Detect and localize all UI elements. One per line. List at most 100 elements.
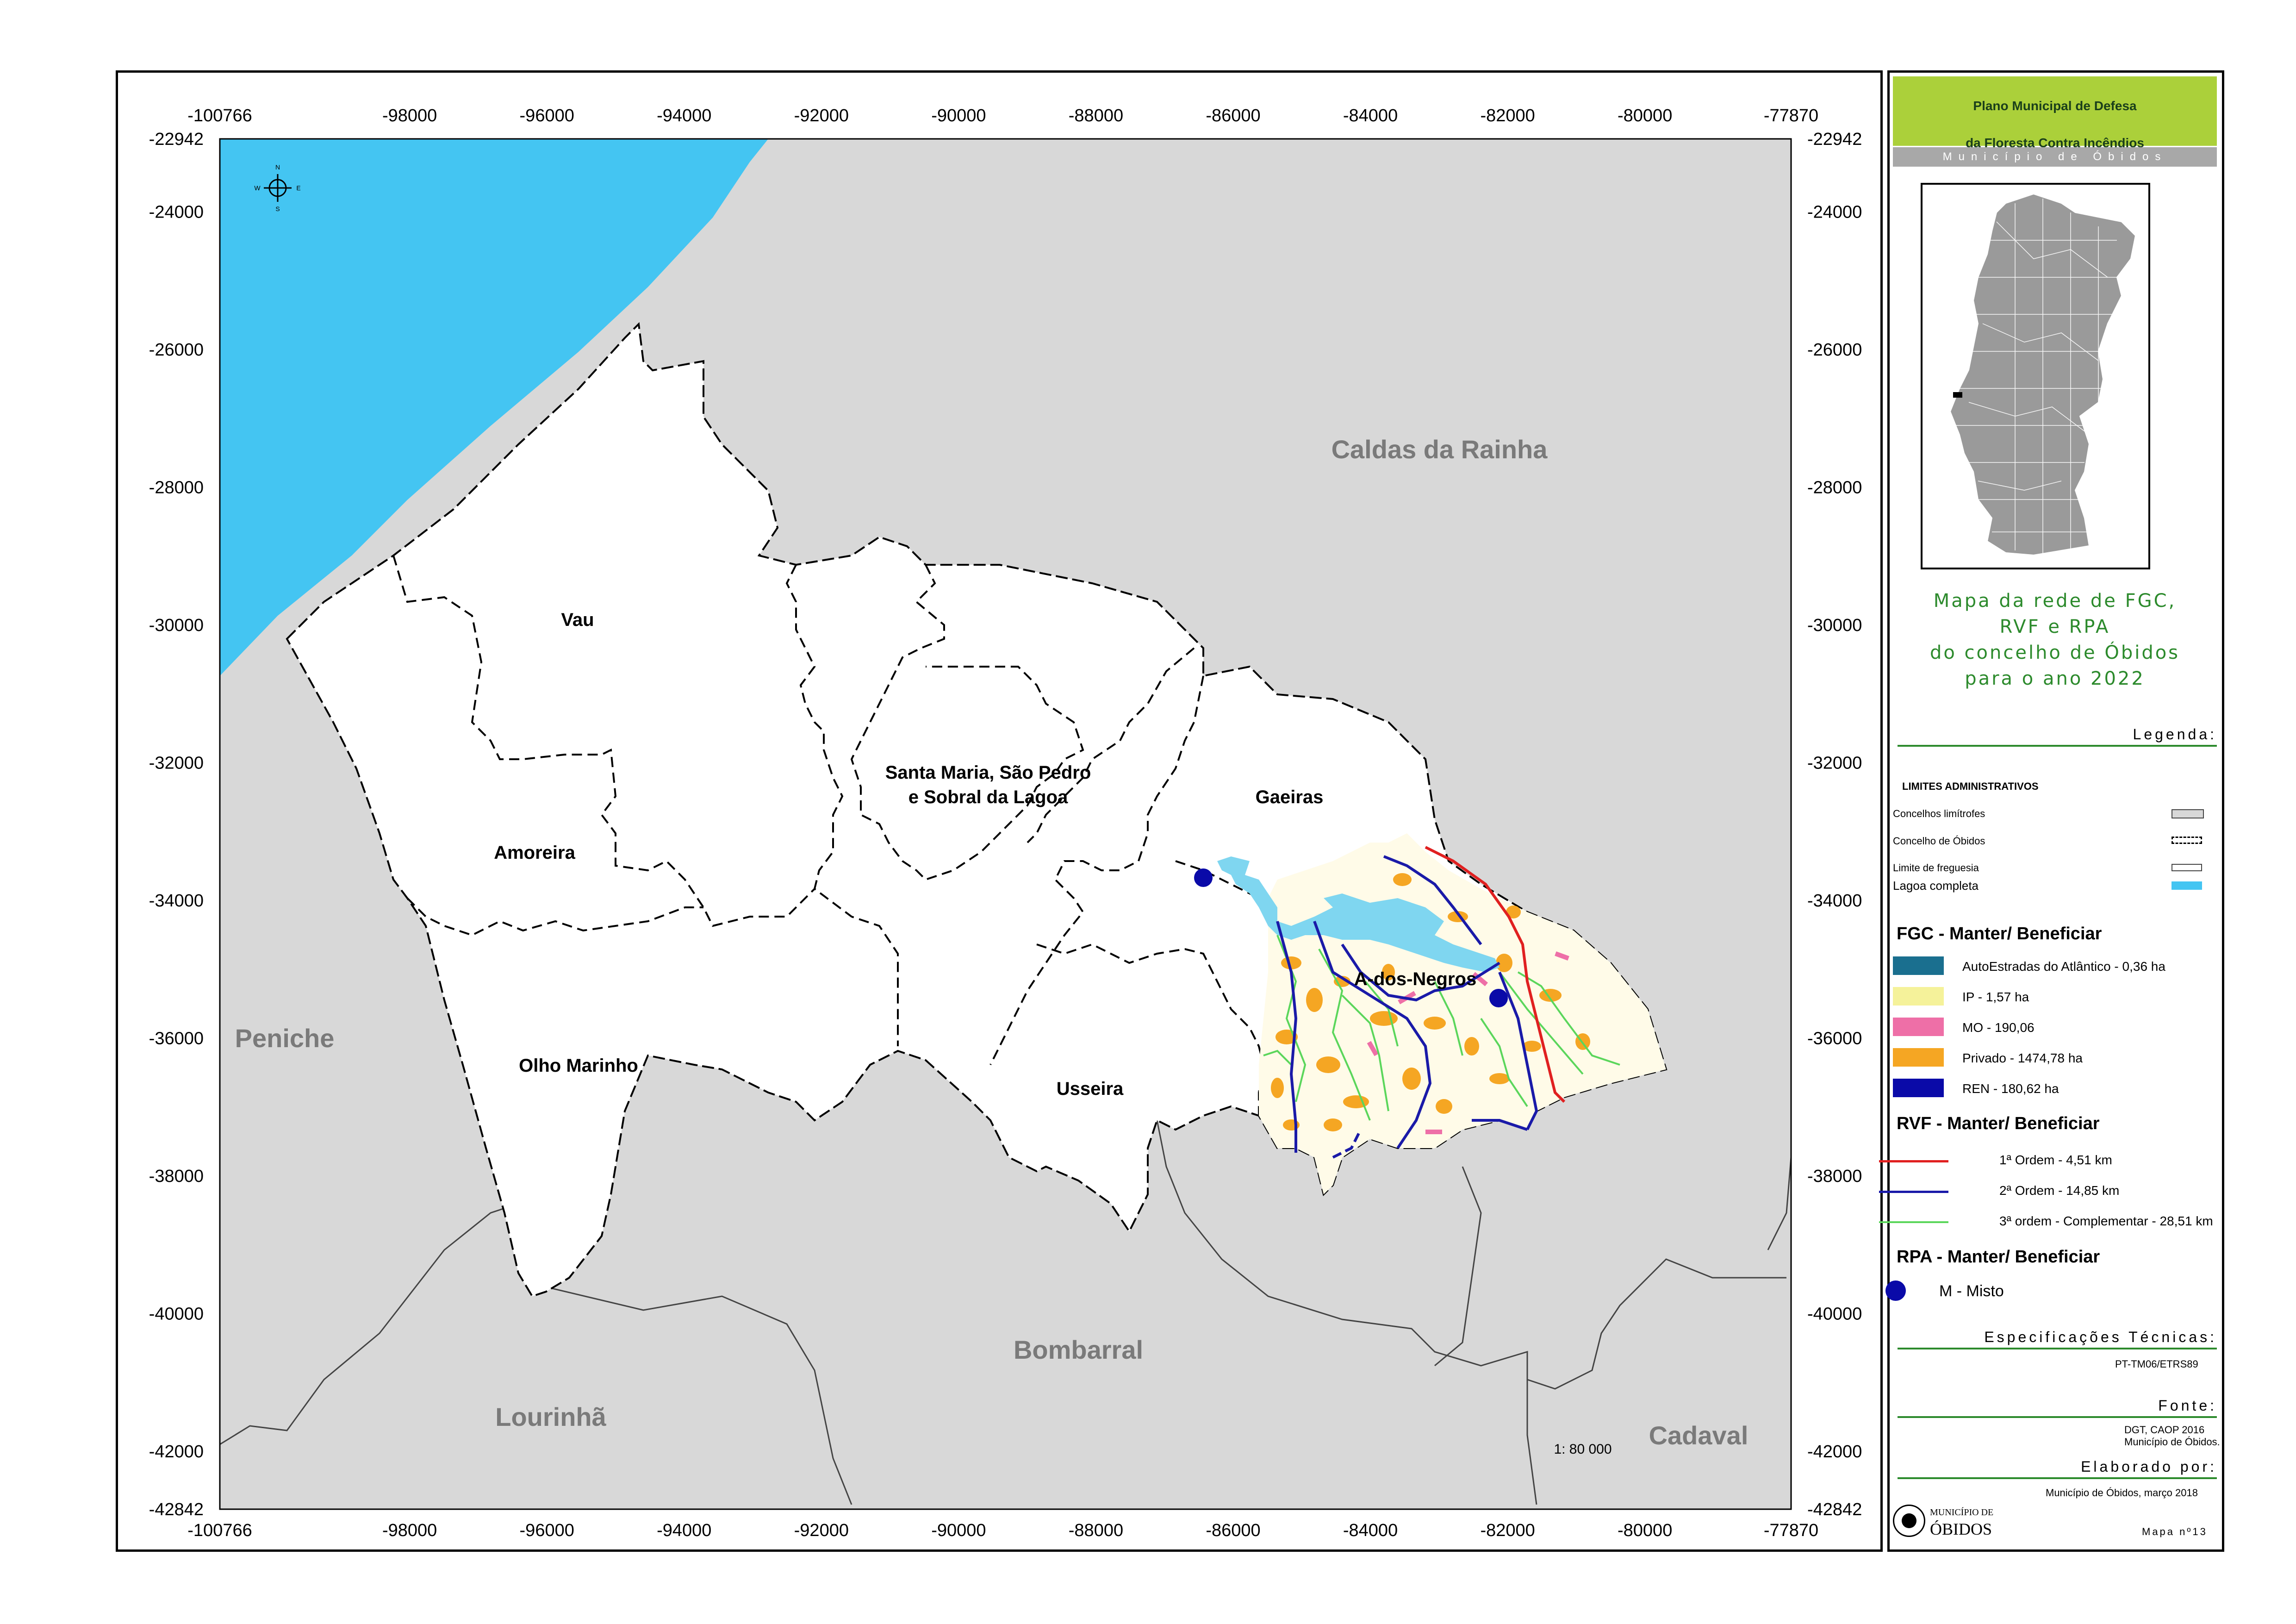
fgc-item-2: MO - 190,06 bbox=[1962, 1020, 2035, 1035]
y-tick-right-8: -38000 bbox=[1807, 1167, 1862, 1186]
legend-concelhos: Concelhos limítrofes bbox=[1893, 808, 1985, 819]
label-santa-maria-1: Santa Maria, São Pedro bbox=[885, 762, 1091, 783]
y-tick-left-2: -26000 bbox=[149, 340, 204, 360]
swatch-fgc-2 bbox=[1893, 1018, 1944, 1036]
y-tick-right-5: -32000 bbox=[1807, 753, 1862, 773]
y-tick-right-9: -40000 bbox=[1807, 1304, 1862, 1324]
rpa-item: M - Misto bbox=[1939, 1282, 2004, 1300]
x-tick-top-4: -92000 bbox=[794, 106, 849, 125]
x-tick-top-8: -84000 bbox=[1343, 106, 1398, 125]
y-tick-right-11: -42842 bbox=[1807, 1500, 1862, 1519]
fgc-item-0: AutoEstradas do Atlântico - 0,36 ha bbox=[1962, 959, 2165, 974]
specs-text: PT-TM06/ETRS89 bbox=[2115, 1358, 2198, 1370]
elab-text: Município de Óbidos, março 2018 bbox=[2046, 1487, 2198, 1499]
logo-text-1: MUNICÍPIO DE bbox=[1930, 1507, 1994, 1518]
rpa-point-a-dos-negros[interactable] bbox=[1489, 989, 1508, 1007]
y-tick-right-4: -30000 bbox=[1807, 616, 1862, 635]
elab-heading: Elaborado por: bbox=[1898, 1458, 2217, 1479]
x-tick-bottom-11: -77870 bbox=[1764, 1521, 1818, 1540]
label-peniche: Peniche bbox=[235, 1024, 335, 1053]
y-tick-right-3: -28000 bbox=[1807, 478, 1862, 497]
label-caldas: Caldas da Rainha bbox=[1332, 435, 1548, 464]
x-tick-top-1: -98000 bbox=[382, 106, 437, 125]
y-tick-left-4: -30000 bbox=[149, 616, 204, 635]
fgc-heading: FGC - Manter/ Beneficiar bbox=[1897, 924, 2102, 943]
compass-n: N bbox=[275, 163, 280, 171]
rpa-swatch-icon bbox=[1885, 1280, 1906, 1301]
label-amoreira: Amoreira bbox=[494, 843, 575, 863]
x-tick-bottom-2: -96000 bbox=[520, 1521, 574, 1540]
x-tick-bottom-9: -82000 bbox=[1480, 1521, 1535, 1540]
label-bombarral: Bombarral bbox=[1014, 1335, 1143, 1364]
limits-heading: LIMITES ADMINISTRATIVOS bbox=[1902, 781, 2039, 792]
legend-title-1: Plano Municipal de Defesa bbox=[1973, 99, 2137, 113]
municipality-logo-icon bbox=[1893, 1505, 1925, 1537]
legend-subtitle: Município de Óbidos bbox=[1893, 147, 2217, 167]
y-tick-right-1: -24000 bbox=[1807, 202, 1862, 222]
x-tick-top-7: -86000 bbox=[1206, 106, 1260, 125]
rpa-heading: RPA - Manter/ Beneficiar bbox=[1897, 1247, 2100, 1267]
rvf-item-1: 2ª Ordem - 14,85 km bbox=[1999, 1183, 2120, 1198]
map-title-3: do concelho de Óbidos bbox=[1929, 642, 2180, 663]
label-usseira: Usseira bbox=[1057, 1079, 1124, 1099]
x-tick-bottom-10: -80000 bbox=[1618, 1521, 1672, 1540]
label-lourinha: Lourinhã bbox=[495, 1402, 606, 1431]
legend-concelho-obidos: Concelho de Óbidos bbox=[1893, 835, 1985, 847]
rvf-item-0: 1ª Ordem - 4,51 km bbox=[1999, 1153, 2112, 1167]
y-ticks-left: -22942 -24000 -26000 -28000 -30000 -32000 -340… bbox=[149, 130, 204, 1519]
y-tick-left-11: -42842 bbox=[149, 1500, 204, 1519]
x-ticks-bottom: -100766 -98000 -96000 -94000 -92000 -90000 -88… bbox=[187, 1521, 1818, 1540]
swatch-fgc-3 bbox=[1893, 1048, 1944, 1067]
x-tick-top-3: -94000 bbox=[657, 106, 711, 125]
compass-e: E bbox=[296, 184, 300, 192]
x-tick-bottom-7: -86000 bbox=[1206, 1521, 1260, 1540]
obidos-location-marker bbox=[1953, 392, 1962, 398]
x-tick-top-11: -77870 bbox=[1764, 106, 1818, 125]
scale-label: 1: 80 000 bbox=[1554, 1442, 1612, 1457]
swatch-fgc-1 bbox=[1893, 987, 1944, 1006]
x-tick-bottom-3: -94000 bbox=[657, 1521, 711, 1540]
x-tick-top-0: -100766 bbox=[187, 106, 252, 125]
label-cadaval: Cadaval bbox=[1649, 1421, 1748, 1450]
rpa-point-lagoa-west[interactable] bbox=[1194, 868, 1213, 887]
y-ticks-right: -22942 -24000 -26000 -28000 -30000 -32000 -340… bbox=[1807, 130, 1862, 1519]
swatch-fgc-0 bbox=[1893, 956, 1944, 975]
y-tick-left-0: -22942 bbox=[149, 130, 204, 149]
y-tick-right-7: -36000 bbox=[1807, 1029, 1862, 1048]
legend-limite-freguesia: Limite de freguesia bbox=[1893, 862, 1979, 874]
label-vau: Vau bbox=[561, 610, 594, 630]
x-tick-bottom-4: -92000 bbox=[794, 1521, 849, 1540]
swatch-concelho-obidos bbox=[2172, 837, 2202, 844]
legend-title-2: da Floresta Contra Incêndios bbox=[1966, 136, 2144, 150]
map-title: Mapa da rede de FGC, RVF e RPA do concel… bbox=[1893, 588, 2217, 692]
rvf-heading: RVF - Manter/ Beneficiar bbox=[1897, 1114, 2100, 1133]
legend-heading: Legenda: bbox=[1898, 726, 2217, 747]
swatch-rvf-2 bbox=[1879, 1221, 1948, 1223]
fonte-text-2: Município de Óbidos. bbox=[2124, 1436, 2220, 1448]
label-a-dos-negros: A-dos-Negros bbox=[1354, 969, 1476, 989]
fgc-item-3: Privado - 1474,78 ha bbox=[1962, 1051, 2083, 1065]
y-tick-right-2: -26000 bbox=[1807, 340, 1862, 360]
label-gaeiras: Gaeiras bbox=[1256, 787, 1324, 807]
fgc-item-4: REN - 180,62 ha bbox=[1962, 1081, 2059, 1096]
map-title-1: Mapa da rede de FGC, bbox=[1933, 590, 2177, 612]
x-tick-top-6: -88000 bbox=[1069, 106, 1123, 125]
legend-title-box: Plano Municipal de Defesa da Floresta Co… bbox=[1893, 76, 2217, 150]
swatch-limite-freguesia bbox=[2172, 864, 2202, 871]
legend-lagoa: Lagoa completa bbox=[1893, 879, 1979, 893]
x-tick-bottom-8: -84000 bbox=[1343, 1521, 1398, 1540]
y-tick-right-0: -22942 bbox=[1807, 130, 1862, 149]
y-tick-left-5: -32000 bbox=[149, 753, 204, 773]
y-tick-right-6: -34000 bbox=[1807, 891, 1862, 911]
fgc-item-1: IP - 1,57 ha bbox=[1962, 990, 2029, 1004]
swatch-lagoa bbox=[2172, 881, 2202, 890]
y-tick-left-9: -40000 bbox=[149, 1304, 204, 1324]
y-tick-left-3: -28000 bbox=[149, 478, 204, 497]
map-title-4: para o ano 2022 bbox=[1965, 668, 2145, 689]
map-number: Mapa nº13 bbox=[2142, 1526, 2208, 1537]
x-tick-bottom-5: -90000 bbox=[931, 1521, 986, 1540]
rvf-item-2: 3ª ordem - Complementar - 28,51 km bbox=[1999, 1214, 2213, 1228]
specs-heading: Especificações Técnicas: bbox=[1898, 1329, 2217, 1349]
swatch-rvf-0 bbox=[1879, 1160, 1948, 1162]
x-tick-bottom-1: -98000 bbox=[382, 1521, 437, 1540]
